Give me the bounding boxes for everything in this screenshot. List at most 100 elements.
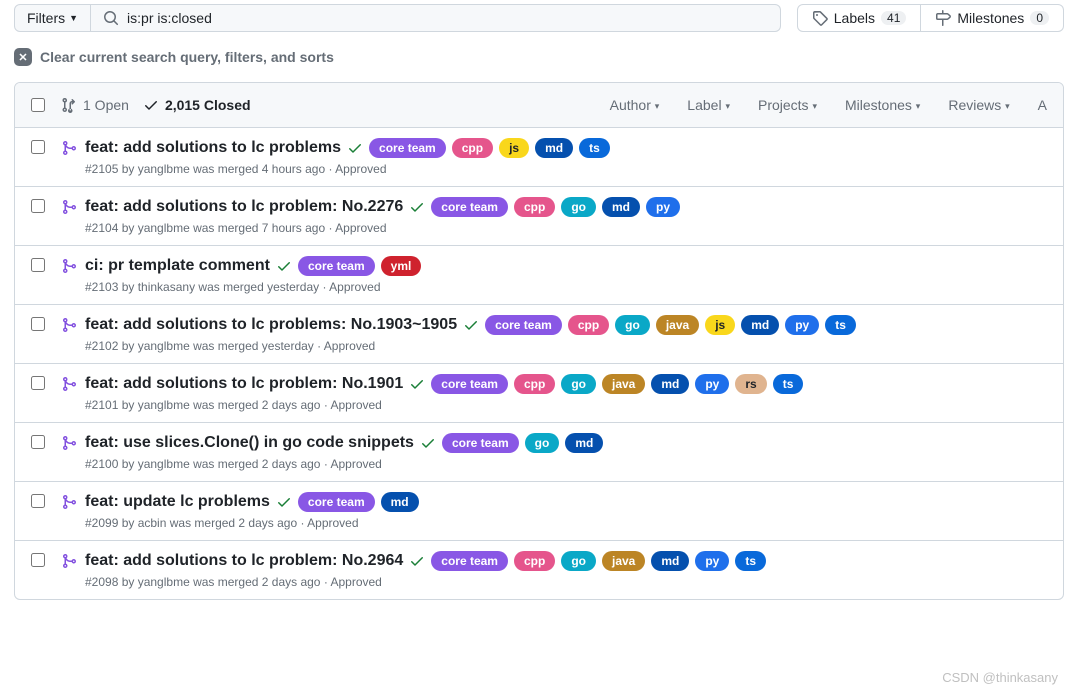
label-py[interactable]: py xyxy=(695,551,729,571)
select-all-checkbox[interactable] xyxy=(31,98,45,112)
status-check-icon xyxy=(409,553,425,569)
labels-button[interactable]: Labels 41 xyxy=(797,4,922,32)
milestones-count: 0 xyxy=(1030,11,1049,25)
projects-dropdown[interactable]: Projects ▾ xyxy=(758,97,817,113)
search-icon xyxy=(103,10,119,26)
filters-label: Filters xyxy=(27,10,65,26)
status-check-icon xyxy=(409,199,425,215)
label-md[interactable]: md xyxy=(651,374,689,394)
label-go[interactable]: go xyxy=(561,374,596,394)
clear-text: Clear current search query, filters, and… xyxy=(40,49,334,65)
label-md[interactable]: md xyxy=(535,138,573,158)
pr-row: ci: pr template comment core team yml#21… xyxy=(15,246,1063,305)
author-dropdown[interactable]: Author ▾ xyxy=(610,97,660,113)
label-coreteam[interactable]: core team xyxy=(298,492,375,512)
close-icon: ✕ xyxy=(14,48,32,66)
label-js[interactable]: js xyxy=(705,315,735,335)
label-dropdown[interactable]: Label ▾ xyxy=(687,97,730,113)
label-coreteam[interactable]: core team xyxy=(431,551,508,571)
milestones-text: Milestones xyxy=(957,10,1024,26)
status-check-icon xyxy=(463,317,479,333)
pr-list: 1 Open 2,015 Closed Author ▾ Label ▾ Pro… xyxy=(14,82,1064,600)
pr-title-link[interactable]: feat: add solutions to lc problem: No.19… xyxy=(85,375,403,393)
label-md[interactable]: md xyxy=(651,551,689,571)
pr-title-link[interactable]: feat: add solutions to lc problem: No.29… xyxy=(85,552,403,570)
label-go[interactable]: go xyxy=(525,433,560,453)
pr-row: feat: add solutions to lc problems core … xyxy=(15,128,1063,187)
reviews-dropdown[interactable]: Reviews ▾ xyxy=(948,97,1009,113)
open-tab[interactable]: 1 Open xyxy=(61,97,129,113)
search-input[interactable] xyxy=(127,10,768,26)
closed-tab[interactable]: 2,015 Closed xyxy=(143,97,251,113)
pr-row: feat: use slices.Clone() in go code snip… xyxy=(15,423,1063,482)
label-cpp[interactable]: cpp xyxy=(514,551,555,571)
label-java[interactable]: java xyxy=(656,315,699,335)
label-coreteam[interactable]: core team xyxy=(485,315,562,335)
pr-open-icon xyxy=(61,97,77,113)
check-icon xyxy=(143,97,159,113)
label-yml[interactable]: yml xyxy=(381,256,422,276)
row-checkbox[interactable] xyxy=(31,317,45,331)
search-box[interactable] xyxy=(91,4,781,32)
merged-icon xyxy=(61,376,77,412)
filters-button[interactable]: Filters ▼ xyxy=(14,4,91,32)
assignee-dropdown[interactable]: A xyxy=(1038,97,1047,113)
label-java[interactable]: java xyxy=(602,551,645,571)
pr-meta: #2099 by acbin was merged 2 days ago · A… xyxy=(85,516,1047,530)
label-md[interactable]: md xyxy=(602,197,640,217)
watermark: CSDN @thinkasany xyxy=(942,670,1058,685)
label-go[interactable]: go xyxy=(615,315,650,335)
label-cpp[interactable]: cpp xyxy=(514,374,555,394)
label-md[interactable]: md xyxy=(565,433,603,453)
pr-row: feat: add solutions to lc problem: No.22… xyxy=(15,187,1063,246)
clear-filters-link[interactable]: ✕ Clear current search query, filters, a… xyxy=(14,48,1064,66)
pr-title-link[interactable]: ci: pr template comment xyxy=(85,257,270,275)
pr-title-link[interactable]: feat: add solutions to lc problem: No.22… xyxy=(85,198,403,216)
tag-icon xyxy=(812,10,828,26)
status-check-icon xyxy=(409,376,425,392)
label-py[interactable]: py xyxy=(695,374,729,394)
label-coreteam[interactable]: core team xyxy=(298,256,375,276)
milestones-button[interactable]: Milestones 0 xyxy=(921,4,1064,32)
label-rs[interactable]: rs xyxy=(735,374,766,394)
row-checkbox[interactable] xyxy=(31,199,45,213)
pr-row: feat: add solutions to lc problem: No.29… xyxy=(15,541,1063,599)
label-py[interactable]: py xyxy=(646,197,680,217)
pr-meta: #2098 by yanglbme was merged 2 days ago … xyxy=(85,575,1047,589)
pr-title-link[interactable]: feat: add solutions to lc problems: No.1… xyxy=(85,316,457,334)
list-header: 1 Open 2,015 Closed Author ▾ Label ▾ Pro… xyxy=(15,83,1063,128)
status-check-icon xyxy=(347,140,363,156)
label-coreteam[interactable]: core team xyxy=(431,374,508,394)
milestones-dropdown[interactable]: Milestones ▾ xyxy=(845,97,920,113)
label-cpp[interactable]: cpp xyxy=(452,138,493,158)
row-checkbox[interactable] xyxy=(31,258,45,272)
row-checkbox[interactable] xyxy=(31,553,45,567)
label-cpp[interactable]: cpp xyxy=(568,315,609,335)
label-coreteam[interactable]: core team xyxy=(369,138,446,158)
label-coreteam[interactable]: core team xyxy=(442,433,519,453)
label-ts[interactable]: ts xyxy=(579,138,610,158)
label-go[interactable]: go xyxy=(561,197,596,217)
label-md[interactable]: md xyxy=(381,492,419,512)
pr-title-link[interactable]: feat: update lc problems xyxy=(85,493,270,511)
label-java[interactable]: java xyxy=(602,374,645,394)
row-checkbox[interactable] xyxy=(31,435,45,449)
row-checkbox[interactable] xyxy=(31,494,45,508)
label-cpp[interactable]: cpp xyxy=(514,197,555,217)
pr-meta: #2105 by yanglbme was merged 4 hours ago… xyxy=(85,162,1047,176)
label-ts[interactable]: ts xyxy=(735,551,766,571)
label-ts[interactable]: ts xyxy=(773,374,804,394)
labels-count: 41 xyxy=(881,11,906,25)
label-coreteam[interactable]: core team xyxy=(431,197,508,217)
label-py[interactable]: py xyxy=(785,315,819,335)
row-checkbox[interactable] xyxy=(31,376,45,390)
pr-title-link[interactable]: feat: add solutions to lc problems xyxy=(85,139,341,157)
merged-icon xyxy=(61,258,77,294)
status-check-icon xyxy=(276,494,292,510)
label-go[interactable]: go xyxy=(561,551,596,571)
pr-title-link[interactable]: feat: use slices.Clone() in go code snip… xyxy=(85,434,414,452)
label-md[interactable]: md xyxy=(741,315,779,335)
label-ts[interactable]: ts xyxy=(825,315,856,335)
row-checkbox[interactable] xyxy=(31,140,45,154)
label-js[interactable]: js xyxy=(499,138,529,158)
